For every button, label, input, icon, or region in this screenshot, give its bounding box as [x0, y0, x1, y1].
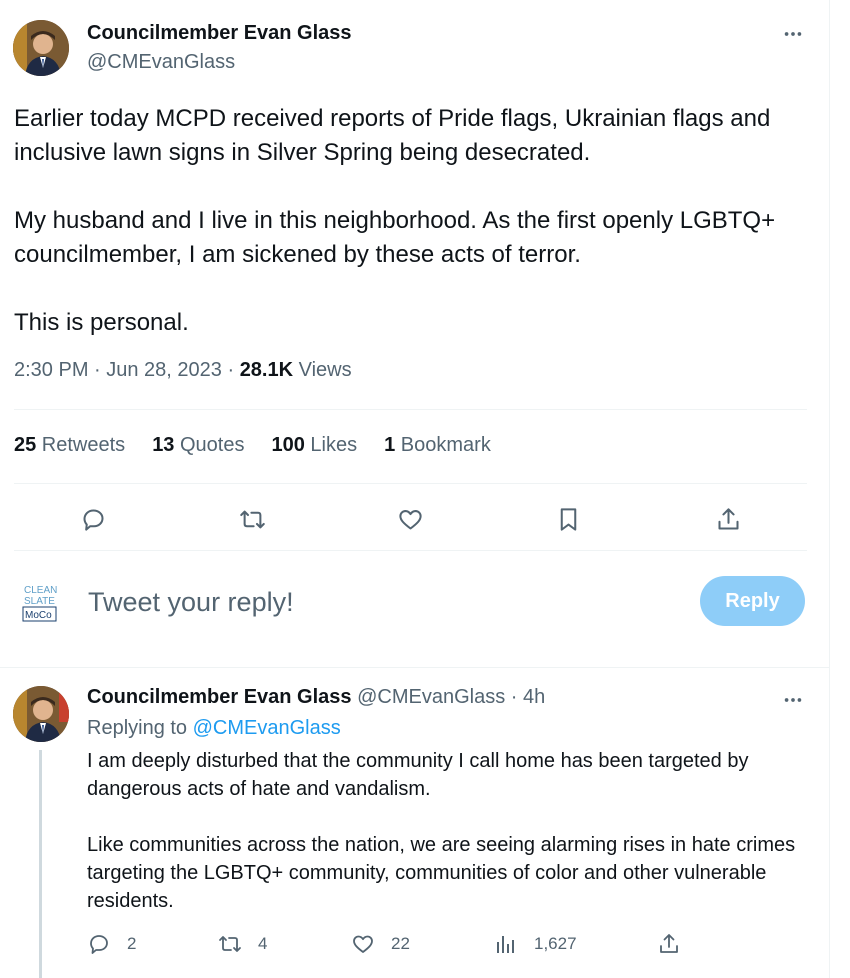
reply-views-action[interactable]: 1,627 [494, 932, 577, 956]
thread-connector-line [39, 750, 42, 978]
views-count: 28.1K [239, 359, 294, 381]
likes-stat[interactable]: 100 Likes [271, 434, 357, 457]
tweet-meta: 2:30 PM · Jun 28, 2023 · 28.1K Views [14, 359, 352, 382]
reply-paragraph: Like communities across the nation, we a… [87, 834, 796, 912]
reply-button[interactable]: Reply [700, 576, 805, 626]
bookmark-icon[interactable] [553, 504, 583, 534]
views-label: Views [293, 359, 352, 381]
reply-replies-action[interactable]: 2 [87, 932, 136, 956]
like-icon[interactable] [395, 504, 425, 534]
reply-time[interactable]: · 4h [505, 686, 545, 708]
more-options-icon[interactable] [779, 20, 807, 48]
engagement-stats: 25 Retweets 13 Quotes 100 Likes 1 Bookma… [14, 434, 518, 457]
reply-text: I am deeply disturbed that the community… [87, 747, 817, 915]
reply-views-count: 1,627 [534, 934, 577, 953]
views-chart-icon [497, 936, 514, 953]
reply-retweets-count: 4 [258, 934, 268, 953]
reply-replies-count: 2 [127, 934, 137, 953]
reply-author-avatar[interactable] [13, 686, 69, 742]
reply-icon [90, 935, 108, 954]
tweet-timestamp[interactable]: 2:30 PM · Jun 28, 2023 · [14, 359, 240, 381]
divider [0, 667, 829, 668]
retweet-icon [219, 936, 241, 952]
divider [14, 483, 807, 484]
reply-paragraph: I am deeply disturbed that the community… [87, 750, 749, 800]
user-avatar[interactable]: CLEAN SLATE MoCo [16, 578, 66, 628]
retweet-icon[interactable] [237, 504, 267, 534]
reply-header: Councilmember Evan Glass @CMEvanGlass · … [87, 686, 545, 709]
bookmarks-stat[interactable]: 1 Bookmark [384, 434, 491, 457]
reply-input[interactable] [88, 580, 648, 624]
author-avatar[interactable] [13, 20, 69, 76]
reply-author-handle[interactable]: @CMEvanGlass [357, 686, 505, 708]
share-icon [660, 934, 678, 953]
retweets-stat[interactable]: 25 Retweets [14, 434, 125, 457]
author-handle[interactable]: @CMEvanGlass [87, 51, 235, 74]
reply-share-action[interactable] [657, 932, 697, 956]
reply-author-name[interactable]: Councilmember Evan Glass [87, 686, 352, 708]
reply-retweets-action[interactable]: 4 [218, 932, 267, 956]
tweet-paragraph: Earlier today MCPD received reports of P… [14, 105, 771, 166]
share-icon[interactable] [713, 504, 743, 534]
more-options-icon[interactable] [779, 686, 807, 714]
reply-icon[interactable] [78, 504, 108, 534]
author-name[interactable]: Councilmember Evan Glass [87, 22, 352, 45]
divider [14, 550, 807, 551]
reply-likes-action[interactable]: 22 [351, 932, 410, 956]
logo-line: CLEAN [24, 585, 57, 596]
logo-line: SLATE [24, 596, 55, 607]
like-icon [353, 935, 373, 953]
tweet-panel: Councilmember Evan Glass @CMEvanGlass Ea… [0, 0, 830, 978]
replying-to-link[interactable]: @CMEvanGlass [193, 717, 341, 739]
replying-to: Replying to @CMEvanGlass [87, 717, 341, 739]
quotes-stat[interactable]: 13 Quotes [152, 434, 244, 457]
divider [14, 409, 807, 410]
tweet-paragraph: This is personal. [14, 309, 189, 336]
reply-likes-count: 22 [391, 934, 410, 953]
tweet-text: Earlier today MCPD received reports of P… [14, 102, 814, 340]
logo-line: MoCo [25, 610, 52, 621]
tweet-paragraph: My husband and I live in this neighborho… [14, 207, 776, 268]
